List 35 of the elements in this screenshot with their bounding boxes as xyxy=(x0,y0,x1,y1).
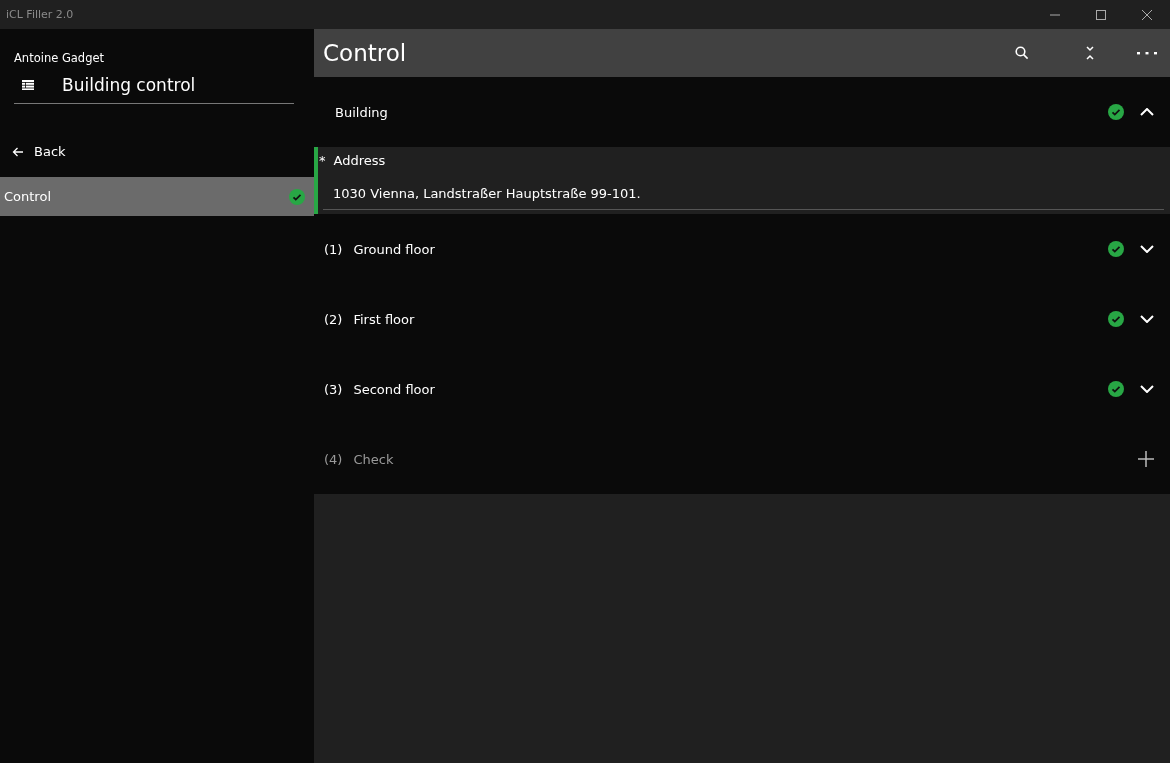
section-header[interactable]: (3) Second floor xyxy=(314,354,1170,424)
chevron-up-icon[interactable] xyxy=(1140,108,1154,116)
section-header[interactable]: (2) First floor xyxy=(314,284,1170,354)
chevron-down-icon[interactable] xyxy=(1140,385,1154,393)
user-name: Antoine Gadget xyxy=(13,50,106,65)
field-value: 1030 Vienna, Landstraßer Hauptstraße 99-101. xyxy=(332,185,642,201)
project-title: Building control xyxy=(62,75,196,95)
section-title: First floor xyxy=(353,311,415,327)
section-title: Second floor xyxy=(353,381,435,397)
back-button[interactable]: Back xyxy=(0,140,78,163)
chevron-down-icon[interactable] xyxy=(1140,315,1154,323)
section-number: (4) xyxy=(324,451,343,467)
section-number: (2) xyxy=(324,311,343,327)
chevron-down-icon[interactable] xyxy=(1140,245,1154,253)
back-arrow-icon xyxy=(12,146,24,157)
field-label: Address xyxy=(333,153,386,168)
plus-icon[interactable] xyxy=(1138,451,1154,467)
more-icon xyxy=(1137,51,1157,55)
section-header[interactable]: Building xyxy=(314,77,1170,147)
maximize-icon xyxy=(1095,8,1107,21)
close-icon xyxy=(1141,8,1153,21)
section-title: Building xyxy=(334,104,388,120)
window-title: iCL Filler 2.0 xyxy=(5,8,74,21)
nav-item[interactable]: Control xyxy=(0,177,314,216)
section-number: (1) xyxy=(324,241,343,257)
search-icon xyxy=(1015,46,1029,60)
page-title: Control xyxy=(323,40,407,66)
required-marker: * xyxy=(318,153,326,168)
table-icon xyxy=(22,80,34,90)
section-title: Check xyxy=(353,451,394,467)
address-field[interactable]: * Address 1030 Vienna, Landstraßer Hauptstraße 99-101. xyxy=(314,147,1170,214)
section-title: Ground floor xyxy=(353,241,435,257)
section-header[interactable]: (1) Ground floor xyxy=(314,214,1170,284)
collapse-icon xyxy=(1085,46,1095,60)
section-number: (3) xyxy=(324,381,343,397)
